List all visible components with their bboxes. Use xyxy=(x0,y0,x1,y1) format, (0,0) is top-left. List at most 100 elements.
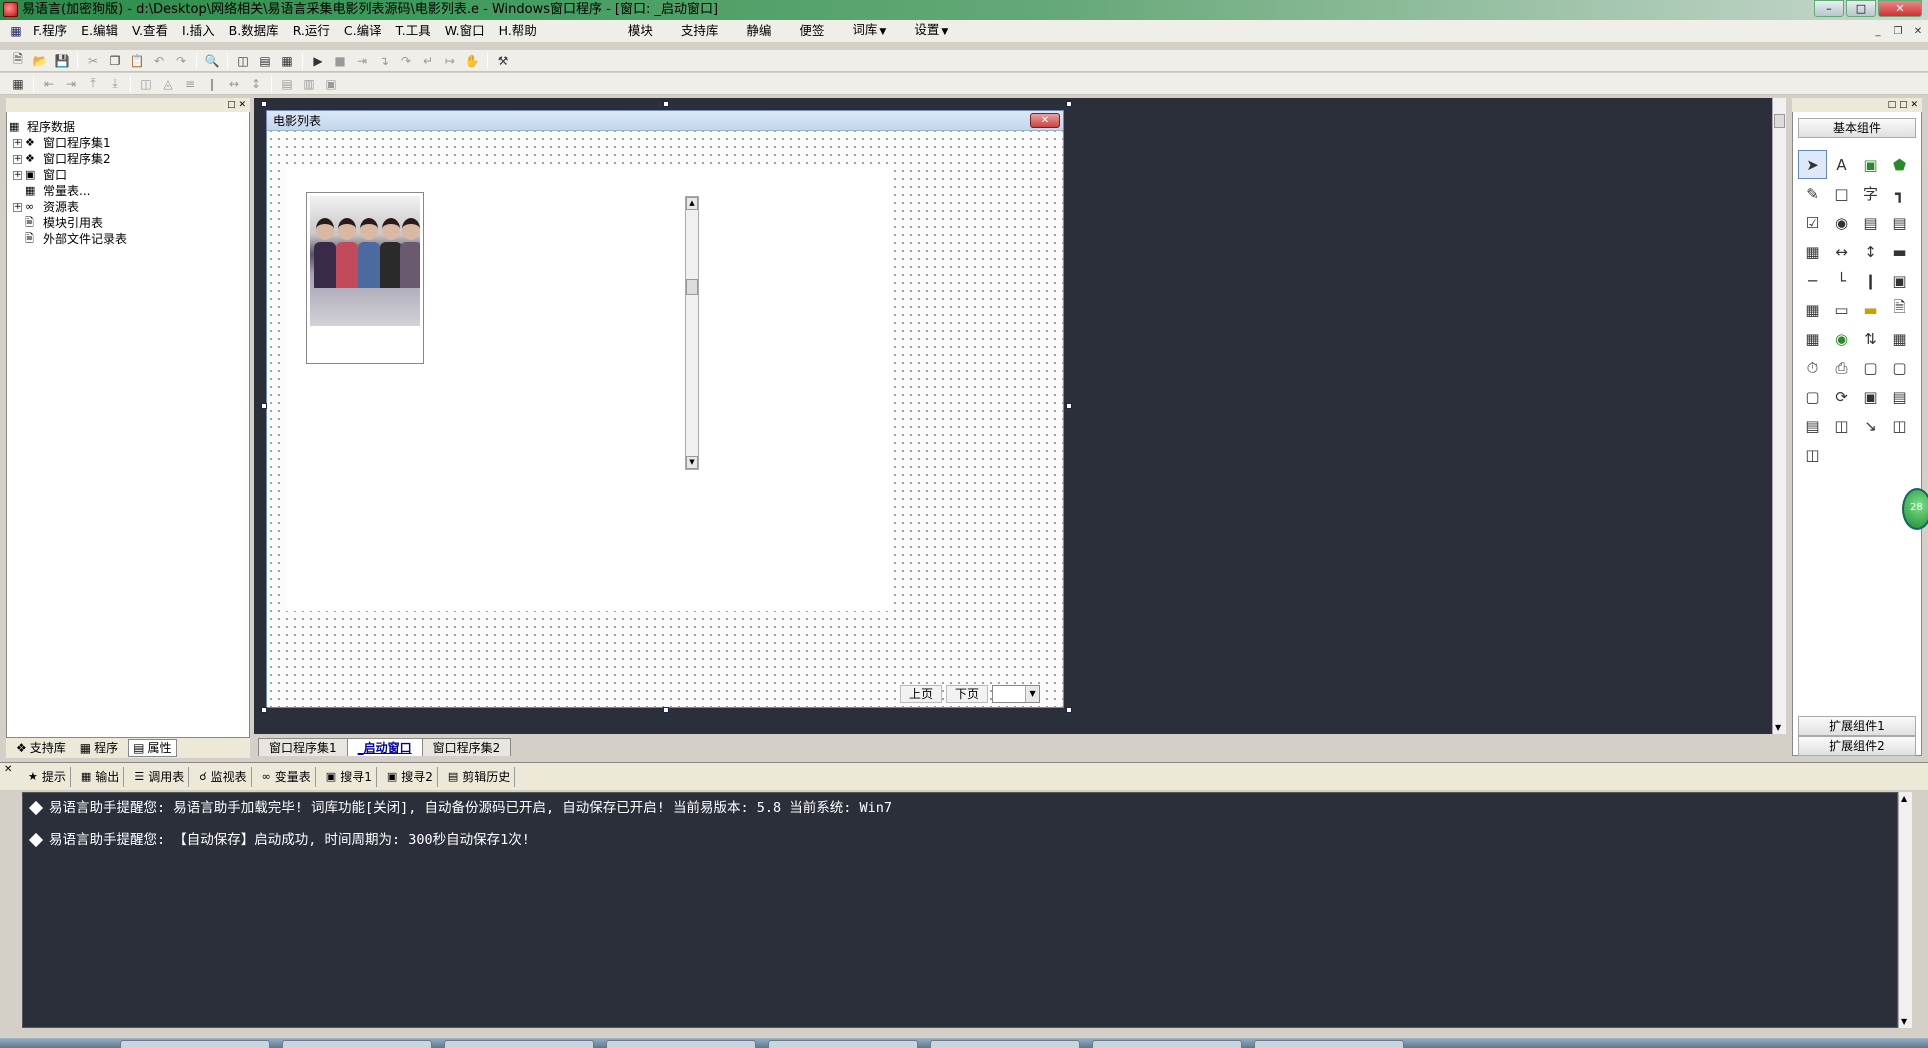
tab-window-set-2[interactable]: 窗口程序集2 xyxy=(421,738,512,756)
pointer-icon[interactable]: ➤ xyxy=(1798,150,1827,179)
printer-component-icon[interactable]: ⎙ xyxy=(1827,353,1856,382)
space-horizontal-icon[interactable]: ❙ xyxy=(202,75,222,93)
table-component-icon[interactable]: ▦ xyxy=(1798,295,1827,324)
menu-static-compile[interactable]: 静编 xyxy=(732,20,785,42)
layout-split-icon[interactable]: ▦ xyxy=(277,52,297,70)
center-form-h-icon[interactable]: ▤ xyxy=(277,75,297,93)
tree-item-window-set-2[interactable]: + ❖ 窗口程序集2 xyxy=(13,151,111,167)
assistant-badge[interactable]: 28 xyxy=(1902,488,1928,530)
scroll-down-icon[interactable]: ▼ xyxy=(1775,723,1781,732)
scroll-up-icon[interactable]: ▲ xyxy=(686,197,698,210)
cut-icon[interactable]: ✂ xyxy=(83,52,103,70)
folder-component-icon[interactable]: ▬ xyxy=(1856,295,1885,324)
menu-edit[interactable]: E.编辑 xyxy=(74,20,125,42)
listbox-component-icon[interactable]: ▤ xyxy=(1885,208,1914,237)
center-form-v-icon[interactable]: ▥ xyxy=(299,75,319,93)
tab-clip-history[interactable]: ▤ 剪辑历史 xyxy=(444,766,516,787)
radio-component-icon[interactable]: ◉ xyxy=(1827,208,1856,237)
close-output-icon[interactable]: ✕ xyxy=(4,764,12,775)
tab-properties[interactable]: ▤ 属性 xyxy=(128,739,177,757)
treeview-component-icon[interactable]: ▤ xyxy=(1798,411,1827,440)
save-icon[interactable]: 💾 xyxy=(52,52,72,70)
tab-startup-window[interactable]: _启动窗口 xyxy=(346,738,423,756)
maximize-button[interactable]: □ xyxy=(1846,0,1876,17)
taskbar-button[interactable] xyxy=(444,1040,594,1048)
scroll-down-icon[interactable]: ▼ xyxy=(686,456,698,469)
label-component-icon[interactable]: A xyxy=(1827,150,1856,179)
resize-handle[interactable] xyxy=(663,707,669,713)
resize-handle[interactable] xyxy=(1066,101,1072,107)
step-icon[interactable]: ⇥ xyxy=(352,52,372,70)
close-button[interactable]: ✕ xyxy=(1878,0,1922,17)
text-component-icon[interactable]: 字 xyxy=(1856,179,1885,208)
resize-handle[interactable] xyxy=(1066,403,1072,409)
mdi-close-button[interactable]: ✕ xyxy=(1908,22,1928,40)
tab-search-2[interactable]: ▣ 搜寻2 xyxy=(383,766,438,787)
align-left-icon[interactable]: ⇤ xyxy=(39,75,59,93)
tab-variables[interactable]: ∞ 变量表 xyxy=(258,766,316,787)
tree-item-external-files[interactable]: 🗎 外部文件记录表 xyxy=(25,231,127,247)
expand-icon[interactable]: + xyxy=(13,154,22,164)
next-page-button[interactable]: 下页 xyxy=(946,685,989,703)
center-vertical-icon[interactable]: ◬ xyxy=(158,75,178,93)
server-component-icon[interactable]: ▢ xyxy=(1885,353,1914,382)
taskbar-button[interactable] xyxy=(930,1040,1080,1048)
layout-top-icon[interactable]: ▤ xyxy=(255,52,275,70)
copy-icon[interactable]: ❐ xyxy=(105,52,125,70)
tab-window-set-1[interactable]: 窗口程序集1 xyxy=(258,738,348,756)
tree-item-constants[interactable]: ▦ 常量表... xyxy=(25,183,90,199)
taskbar-button[interactable] xyxy=(1092,1040,1242,1048)
scroll-thumb[interactable] xyxy=(686,279,698,295)
vscroll-component-icon[interactable]: ↕ xyxy=(1856,237,1885,266)
database-component-icon[interactable]: ◫ xyxy=(1827,411,1856,440)
resize-handle[interactable] xyxy=(261,403,267,409)
menu-module[interactable]: 模块 xyxy=(614,20,667,42)
movie-poster-image[interactable] xyxy=(306,192,424,364)
timer-component-icon[interactable]: ⏱ xyxy=(1798,353,1827,382)
redo-icon[interactable]: ↷ xyxy=(171,52,191,70)
menu-window[interactable]: W.窗口 xyxy=(438,20,492,42)
helper-icon[interactable]: ⚒ xyxy=(493,52,513,70)
mdi-restore-button[interactable]: ❐ xyxy=(1888,22,1908,40)
open-folder-icon[interactable]: 📂 xyxy=(30,52,50,70)
find-icon[interactable]: 🔍 xyxy=(202,52,222,70)
form-close-button[interactable]: ✕ xyxy=(1030,113,1060,128)
listview-component-icon[interactable]: ▤ xyxy=(1885,382,1914,411)
groupbox-component-icon[interactable]: └ xyxy=(1827,266,1856,295)
client-component-icon[interactable]: ▢ xyxy=(1856,353,1885,382)
updown-component-icon[interactable]: ⇅ xyxy=(1856,324,1885,353)
menu-view[interactable]: V.查看 xyxy=(125,20,175,42)
restore-icon[interactable]: □ xyxy=(1899,100,1908,110)
align-top-icon[interactable]: ⤒ xyxy=(83,75,103,93)
tree-item-window-set-1[interactable]: + ❖ 窗口程序集1 xyxy=(13,135,111,151)
taskbar-button[interactable] xyxy=(768,1040,918,1048)
split-component-icon[interactable]: ❙ xyxy=(1856,266,1885,295)
hscroll-component-icon[interactable]: ↔ xyxy=(1827,237,1856,266)
chart-component-icon[interactable]: ↘ xyxy=(1856,411,1885,440)
resize-handle[interactable] xyxy=(261,101,267,107)
picture-component-icon[interactable]: ▣ xyxy=(1856,150,1885,179)
tree-item-resources[interactable]: + ∞ 资源表 xyxy=(13,199,79,215)
pen-component-icon[interactable]: ✎ xyxy=(1798,179,1827,208)
stop-icon[interactable]: ■ xyxy=(330,52,350,70)
document-component-icon[interactable]: 🗎 xyxy=(1885,295,1914,324)
expand-icon[interactable]: + xyxy=(13,138,22,148)
checkbox-component-icon[interactable]: ☑ xyxy=(1798,208,1827,237)
odbc-source-component-icon[interactable]: ◫ xyxy=(1798,440,1827,469)
tab-search-1[interactable]: ▣ 搜寻1 xyxy=(322,766,377,787)
calendar-component-icon[interactable]: ▦ xyxy=(1885,324,1914,353)
datagrid-component-icon[interactable]: ▦ xyxy=(1798,324,1827,353)
new-file-icon[interactable]: 🗎 xyxy=(8,52,28,70)
grid-icon[interactable]: ▦ xyxy=(8,75,28,93)
menu-notes[interactable]: 便签 xyxy=(785,20,838,42)
menu-run[interactable]: R.运行 xyxy=(286,20,337,42)
resize-handle[interactable] xyxy=(261,707,267,713)
window-component-icon[interactable]: ▣ xyxy=(1856,382,1885,411)
pin-icon[interactable]: □ xyxy=(227,100,236,110)
layout-left-icon[interactable]: ◫ xyxy=(233,52,253,70)
frame-component-icon[interactable]: □ xyxy=(1827,179,1856,208)
network-component-icon[interactable]: ◉ xyxy=(1827,324,1856,353)
taskbar-button[interactable] xyxy=(282,1040,432,1048)
designer-scrollbar[interactable]: ▼ xyxy=(1772,98,1786,734)
tab-component-icon[interactable]: ▦ xyxy=(1798,237,1827,266)
